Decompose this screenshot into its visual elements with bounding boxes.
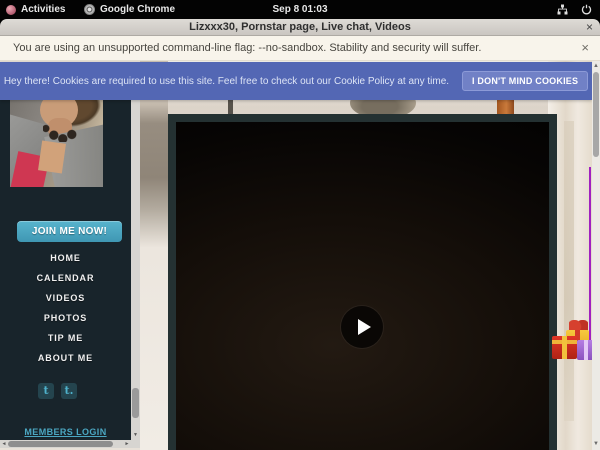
gift-red-icon — [552, 336, 577, 359]
web-page: Hey there! Cookies are required to use t… — [0, 61, 600, 450]
scroll-left-icon[interactable]: ◄ — [0, 440, 8, 448]
video-frame — [176, 122, 549, 450]
members-login-link[interactable]: MEMBERS LOGIN — [0, 427, 131, 437]
cookie-accept-button[interactable]: I DON'T MIND COOKIES — [462, 71, 588, 91]
bed-furniture-shape — [140, 61, 168, 450]
sidebar-item-calendar[interactable]: CALENDAR — [0, 268, 131, 288]
profile-sidebar: JOIN ME NOW! HOME CALENDAR VIDEOS PHOTOS… — [0, 100, 140, 448]
chrome-warning-infobar: You are using an unsupported command-lin… — [0, 36, 600, 61]
sidebar-vertical-scrollbar[interactable]: ▼ — [131, 100, 140, 440]
join-me-now-button[interactable]: JOIN ME NOW! — [17, 221, 122, 242]
tip-gifts[interactable] — [550, 320, 598, 365]
distro-logo-icon — [6, 5, 16, 15]
chrome-icon — [84, 4, 95, 15]
activities-button[interactable]: Activities — [6, 0, 65, 19]
sidebar-item-home[interactable]: HOME — [0, 248, 131, 268]
twitter-icon[interactable]: t. — [61, 383, 77, 399]
window-close-icon[interactable]: × — [586, 19, 593, 35]
door-panel-shape — [564, 121, 574, 421]
scroll-down-icon[interactable]: ▼ — [592, 440, 600, 449]
scroll-down-icon[interactable]: ▼ — [131, 431, 140, 440]
cookie-message: Hey there! Cookies are required to use t… — [4, 76, 449, 87]
play-button[interactable] — [341, 306, 383, 348]
sidebar-item-tip-me[interactable]: TIP ME — [0, 328, 131, 348]
video-player[interactable] — [168, 114, 557, 450]
sidebar-nav: HOME CALENDAR VIDEOS PHOTOS TIP ME ABOUT… — [0, 248, 131, 368]
window-title: Lizxxx30, Pornstar page, Live chat, Vide… — [0, 19, 600, 35]
sidebar-vscroll-thumb[interactable] — [132, 388, 139, 418]
profile-photo — [10, 100, 103, 187]
warning-close-icon[interactable]: × — [581, 36, 589, 60]
system-top-bar: Activities Google Chrome Sep 8 01:03 — [0, 0, 600, 19]
desktop-screen: Activities Google Chrome Sep 8 01:03 Liz… — [0, 0, 600, 450]
sidebar-hscroll-thumb[interactable] — [8, 441, 113, 447]
play-icon — [358, 319, 371, 335]
social-links: t t. — [0, 383, 131, 400]
scroll-up-icon[interactable]: ▲ — [592, 62, 600, 71]
sidebar-item-photos[interactable]: PHOTOS — [0, 308, 131, 328]
focused-app-menu[interactable]: Google Chrome — [84, 0, 175, 19]
activities-label: Activities — [21, 4, 65, 15]
page-scroll-thumb[interactable] — [593, 72, 599, 157]
sidebar-horizontal-scrollbar[interactable]: ◄ ► — [0, 440, 140, 448]
sidebar-item-videos[interactable]: VIDEOS — [0, 288, 131, 308]
power-icon[interactable] — [581, 4, 592, 15]
twitter-icon[interactable]: t — [38, 383, 54, 399]
scroll-right-icon[interactable]: ► — [123, 440, 131, 448]
cookie-banner: Hey there! Cookies are required to use t… — [0, 62, 592, 100]
sidebar-item-about-me[interactable]: ABOUT ME — [0, 348, 131, 368]
window-title-bar[interactable]: Lizxxx30, Pornstar page, Live chat, Vide… — [0, 19, 600, 36]
warning-message: You are using an unsupported command-lin… — [13, 36, 481, 60]
network-icon[interactable] — [557, 4, 568, 15]
focused-app-label: Google Chrome — [100, 4, 175, 15]
page-vertical-scrollbar[interactable]: ▲ ▼ — [592, 61, 600, 450]
